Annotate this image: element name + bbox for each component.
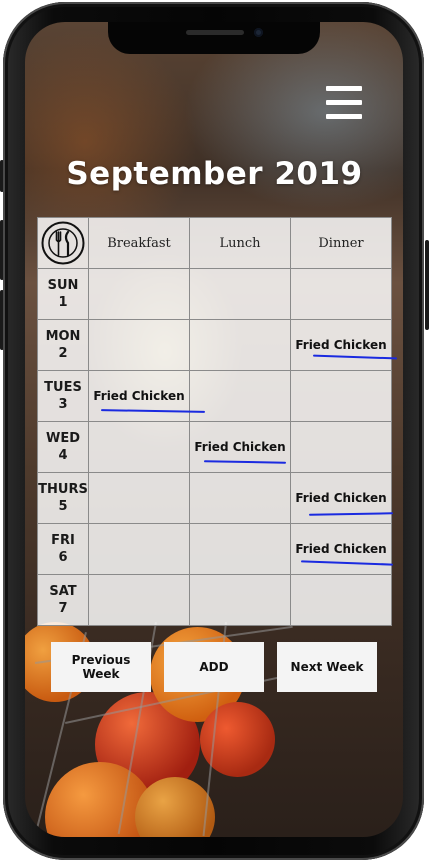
menu-bar [326, 86, 362, 91]
day-row-sat: SAT 7 [37, 574, 392, 626]
meal-slot-breakfast[interactable]: Fried Chicken [88, 370, 206, 422]
meal-slot-breakfast[interactable] [88, 319, 190, 371]
fork-knife-plate-icon [41, 221, 85, 265]
meal-slot-lunch[interactable]: Fried Chicken [189, 421, 291, 473]
day-label-cell: WED 4 [37, 421, 89, 473]
day-label-cell: THURS 5 [37, 472, 89, 524]
day-label-cell: TUES 3 [37, 370, 89, 422]
next-week-button[interactable]: Next Week [277, 642, 377, 692]
day-row-wed: WED 4 Fried Chicken [37, 421, 392, 473]
phone-speaker [186, 30, 244, 35]
handdrawn-underline [300, 560, 394, 566]
day-date: 3 [58, 397, 68, 412]
hamburger-menu-icon[interactable] [326, 86, 364, 120]
meal-slot-dinner[interactable]: Fried Chicken [290, 472, 394, 524]
meal-slot-lunch[interactable] [189, 523, 291, 575]
meal-slot-dinner[interactable] [290, 268, 392, 320]
column-header-lunch: Lunch [189, 217, 291, 269]
day-date: 7 [58, 601, 68, 616]
day-name: FRI [51, 533, 75, 548]
day-name: WED [45, 431, 80, 446]
menu-bar [326, 114, 362, 119]
meal-slot-dinner[interactable]: Fried Chicken [290, 523, 394, 575]
day-row-fri: FRI 6 Fried Chicken [37, 523, 394, 575]
meal-entry: Fried Chicken [295, 338, 387, 352]
meal-slot-dinner[interactable]: Fried Chicken [290, 319, 398, 371]
meal-entry: Fried Chicken [194, 440, 286, 454]
day-date: 4 [58, 448, 68, 463]
meal-slot-dinner[interactable] [290, 574, 392, 626]
add-button[interactable]: ADD [164, 642, 264, 692]
day-date: 5 [58, 499, 68, 514]
meal-entry: Fried Chicken [295, 542, 387, 556]
table-header-row: Breakfast Lunch Dinner [37, 217, 392, 269]
day-name: SUN [47, 278, 79, 293]
day-row-thurs: THURS 5 Fried Chicken [37, 472, 394, 524]
day-label-cell: SUN 1 [37, 268, 89, 320]
day-name: SAT [49, 584, 77, 599]
column-header-breakfast: Breakfast [88, 217, 190, 269]
previous-week-button[interactable]: Previous Week [51, 642, 151, 692]
meal-slot-lunch[interactable] [189, 574, 291, 626]
menu-bar [326, 100, 362, 105]
day-name: TUES [44, 380, 82, 395]
meal-entry: Fried Chicken [93, 389, 185, 403]
day-date: 6 [58, 550, 68, 565]
meal-slot-breakfast[interactable] [88, 472, 190, 524]
handdrawn-underline [312, 354, 398, 360]
day-row-mon: MON 2 Fried Chicken [37, 319, 398, 371]
meal-slot-dinner[interactable] [290, 370, 392, 422]
meal-slot-breakfast[interactable] [88, 574, 190, 626]
day-row-sun: SUN 1 [37, 268, 392, 320]
meal-slot-lunch[interactable] [189, 472, 291, 524]
meal-slot-breakfast[interactable] [88, 523, 190, 575]
meal-slot-breakfast[interactable] [88, 268, 190, 320]
meal-slot-breakfast[interactable] [88, 421, 190, 473]
meal-slot-lunch[interactable] [189, 319, 291, 371]
front-camera [254, 28, 263, 37]
meal-schedule-table: Breakfast Lunch Dinner SUN 1 MON 2 Fried C… [37, 217, 398, 626]
day-label-cell: FRI 6 [37, 523, 89, 575]
meal-entry: Fried Chicken [295, 491, 387, 505]
power-button [425, 240, 429, 330]
column-header-dinner: Dinner [290, 217, 392, 269]
phone-notch [108, 22, 320, 54]
meal-slot-lunch[interactable] [189, 268, 291, 320]
day-name: MON [45, 329, 81, 344]
meal-slot-lunch[interactable] [189, 370, 291, 422]
day-date: 1 [58, 295, 68, 310]
meal-slot-dinner[interactable] [290, 421, 392, 473]
handdrawn-underline [308, 512, 394, 516]
day-label-cell: MON 2 [37, 319, 89, 371]
logo-cell [37, 217, 89, 269]
day-label-cell: SAT 7 [37, 574, 89, 626]
day-row-tues: TUES 3 Fried Chicken [37, 370, 392, 422]
day-name: THURS [38, 482, 88, 497]
handdrawn-underline [203, 460, 287, 464]
day-date: 2 [58, 346, 68, 361]
page-title: September 2019 [66, 156, 363, 192]
